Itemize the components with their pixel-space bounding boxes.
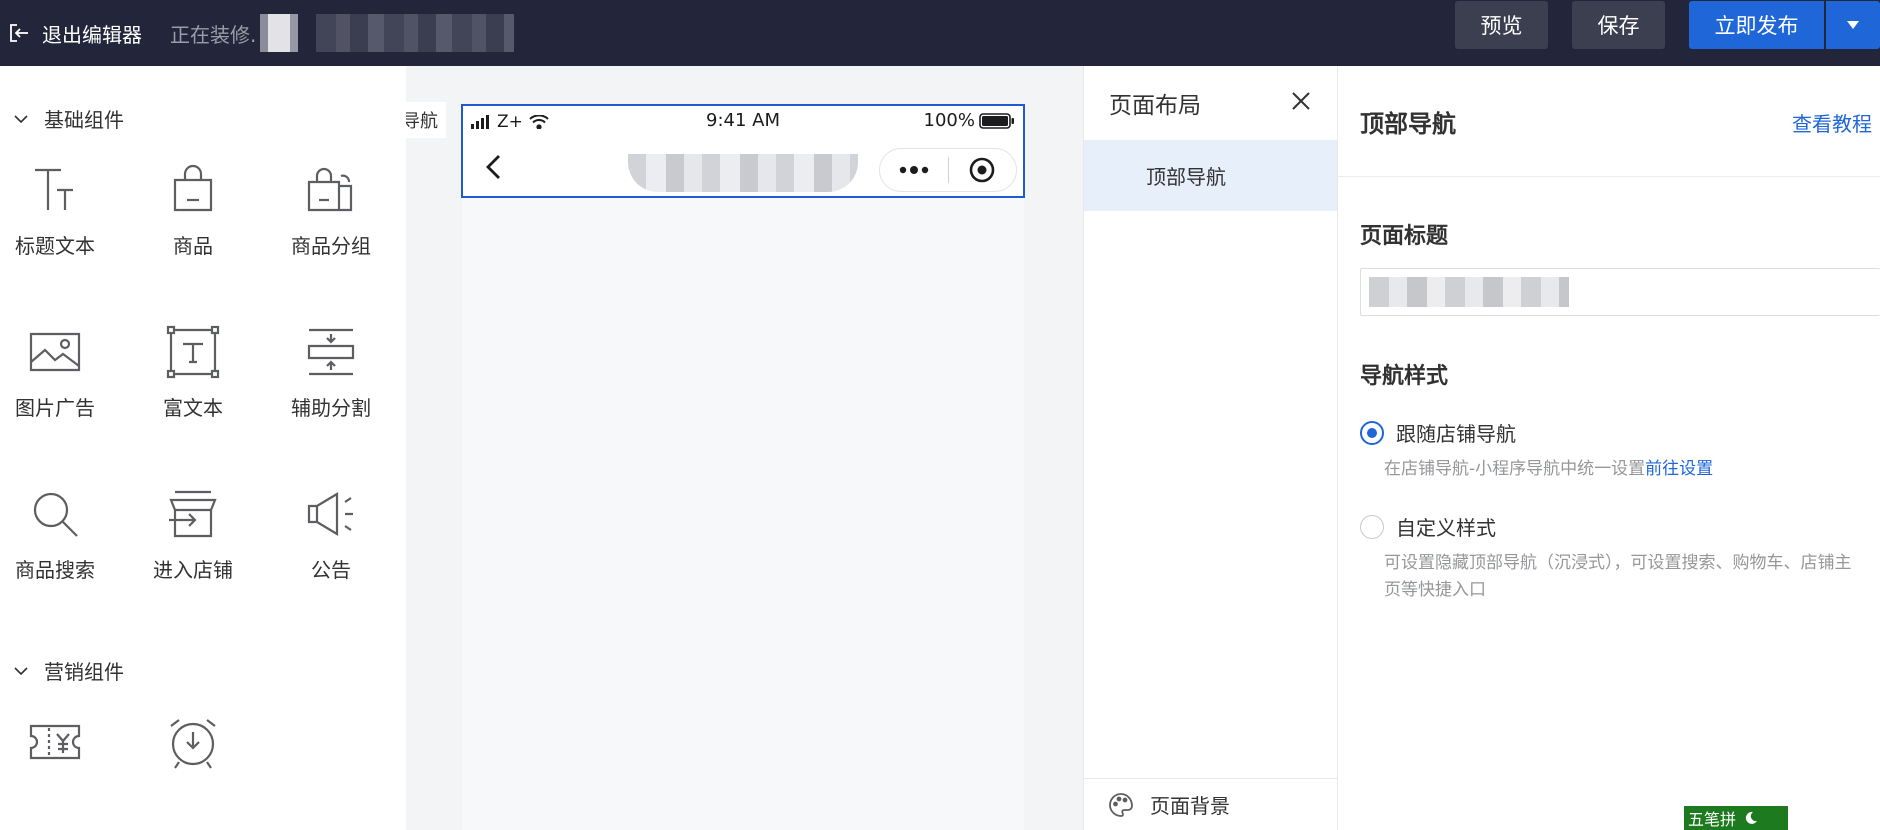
chevron-down-icon [14,666,28,675]
component-image-ad[interactable]: 图片广告 [0,324,124,454]
component-label: 图片广告 [15,396,95,420]
exit-editor-label: 退出编辑器 [42,22,142,47]
more-dots-icon [899,166,928,174]
component-product-group[interactable]: 商品分组 [262,162,400,292]
custom-style-hint: 可设置隐藏顶部导航（沉浸式），可设置搜索、购物车、店铺主页等快捷入口 [1384,553,1852,600]
more-button[interactable] [880,165,948,175]
shop-logo-redacted [260,14,299,52]
settings-panel: 顶部导航 查看教程 页面标题 导航样式 跟随店铺导航 在店铺导航-小程序导航中统… [1338,66,1880,830]
caret-down-icon [1847,21,1859,29]
palette-icon [1109,792,1133,817]
basic-components-title: 基础组件 [44,108,124,132]
settings-divider [1338,176,1880,177]
ime-indicator[interactable]: 五笔拼 [1684,806,1788,830]
radio-custom-style[interactable]: 自定义样式 [1360,512,1496,541]
status-bar: Z+ 9:41 AM 100% [471,110,1015,134]
radio-label: 自定义样式 [1396,516,1496,540]
component-label: 商品搜索 [15,558,95,582]
component-product[interactable]: 商品 [124,162,262,292]
component-flash-sale[interactable] [124,714,262,830]
component-announcement[interactable]: 公告 [262,486,400,616]
editing-status: 正在装修. [170,22,257,47]
save-button[interactable]: 保存 [1572,1,1665,49]
nav-bar-preview [463,142,1023,196]
component-enter-store[interactable]: 进入店铺 [124,486,262,616]
title-text-icon [35,168,73,210]
ime-label: 五笔拼 [1688,810,1737,829]
component-label: 进入店铺 [153,558,233,582]
page-title-redacted [628,154,858,192]
component-product-search[interactable]: 商品搜索 [0,486,124,616]
layout-item-top-nav[interactable]: 顶部导航 [1084,140,1337,211]
battery-indicator: 100% [924,110,1015,131]
settings-title: 顶部导航 [1360,110,1456,138]
radio-label: 跟随店铺导航 [1396,422,1516,446]
store-icon [169,490,217,538]
page-background-button[interactable]: 页面背景 [1084,778,1337,830]
phone-preview [462,104,1024,830]
battery-icon [979,112,1014,129]
page-layout-panel: 页面布局 顶部导航 页面背景 [1083,66,1338,830]
radio-checked[interactable] [1360,420,1384,445]
megaphone-icon [307,492,353,536]
product-group-icon [307,167,353,212]
target-circle-icon [969,157,995,183]
battery-percent: 100% [923,110,975,131]
preview-button[interactable]: 预览 [1455,1,1548,49]
rich-text-icon [166,325,220,379]
component-label: 辅助分割 [291,396,371,420]
component-label: 公告 [311,558,351,582]
page-title-input[interactable] [1360,268,1880,316]
page-background-label: 页面背景 [1150,794,1230,818]
exit-editor-button[interactable]: 退出编辑器 [8,19,142,48]
view-tutorial-link[interactable]: 查看教程 [1792,108,1872,137]
moon-icon [1745,811,1758,824]
component-title-text[interactable]: 标题文本 [0,162,124,292]
publish-button[interactable]: 立即发布 [1689,1,1824,49]
component-label: 商品 [173,234,213,258]
basic-components-header[interactable]: 基础组件 [12,104,124,133]
image-ad-icon [29,332,81,372]
page-title-value-redacted [1369,277,1569,307]
component-coupon[interactable] [0,714,124,830]
follow-store-nav-hint: 在店铺导航-小程序导航中统一设置前往设置 [1384,459,1714,479]
marketing-components-header[interactable]: 营销组件 [12,656,124,685]
top-nav-preview[interactable]: Z+ 9:41 AM 100% [461,104,1025,198]
coupon-icon [29,724,81,760]
divider-icon [307,328,355,376]
component-label: 商品分组 [291,234,371,258]
alarm-clock-icon [170,719,216,769]
radio-follow-store-nav[interactable]: 跟随店铺导航 [1360,418,1516,447]
back-arrow-icon[interactable] [479,152,509,182]
page-title-label: 页面标题 [1360,224,1449,249]
component-divider[interactable]: 辅助分割 [262,324,400,454]
go-settings-link[interactable]: 前往设置 [1645,459,1713,479]
mini-program-capsule [879,148,1017,192]
page-layout-title: 页面布局 [1109,93,1201,119]
search-icon [33,492,78,537]
component-panel: 基础组件 标题文本 商品 商品分组 图片广告 富文本 辅助分割 商品搜索 进入店… [0,66,406,830]
publish-dropdown-button[interactable] [1826,1,1880,49]
product-bag-icon [173,164,213,212]
chevron-down-icon [14,114,28,123]
shop-name-redacted [316,14,515,52]
exit-icon [10,24,28,42]
component-rich-text[interactable]: 富文本 [124,324,262,454]
radio-unchecked[interactable] [1360,514,1384,539]
component-label: 标题文本 [15,234,95,258]
nav-style-label: 导航样式 [1360,364,1449,389]
component-tag-label[interactable]: 导航 [406,102,446,138]
top-bar: 退出编辑器 正在装修. 预览 保存 立即发布 [0,0,1880,66]
component-label: 富文本 [163,396,223,420]
close-icon[interactable] [1290,90,1312,112]
close-capsule-button[interactable] [949,156,1017,184]
marketing-components-title: 营销组件 [44,660,124,684]
